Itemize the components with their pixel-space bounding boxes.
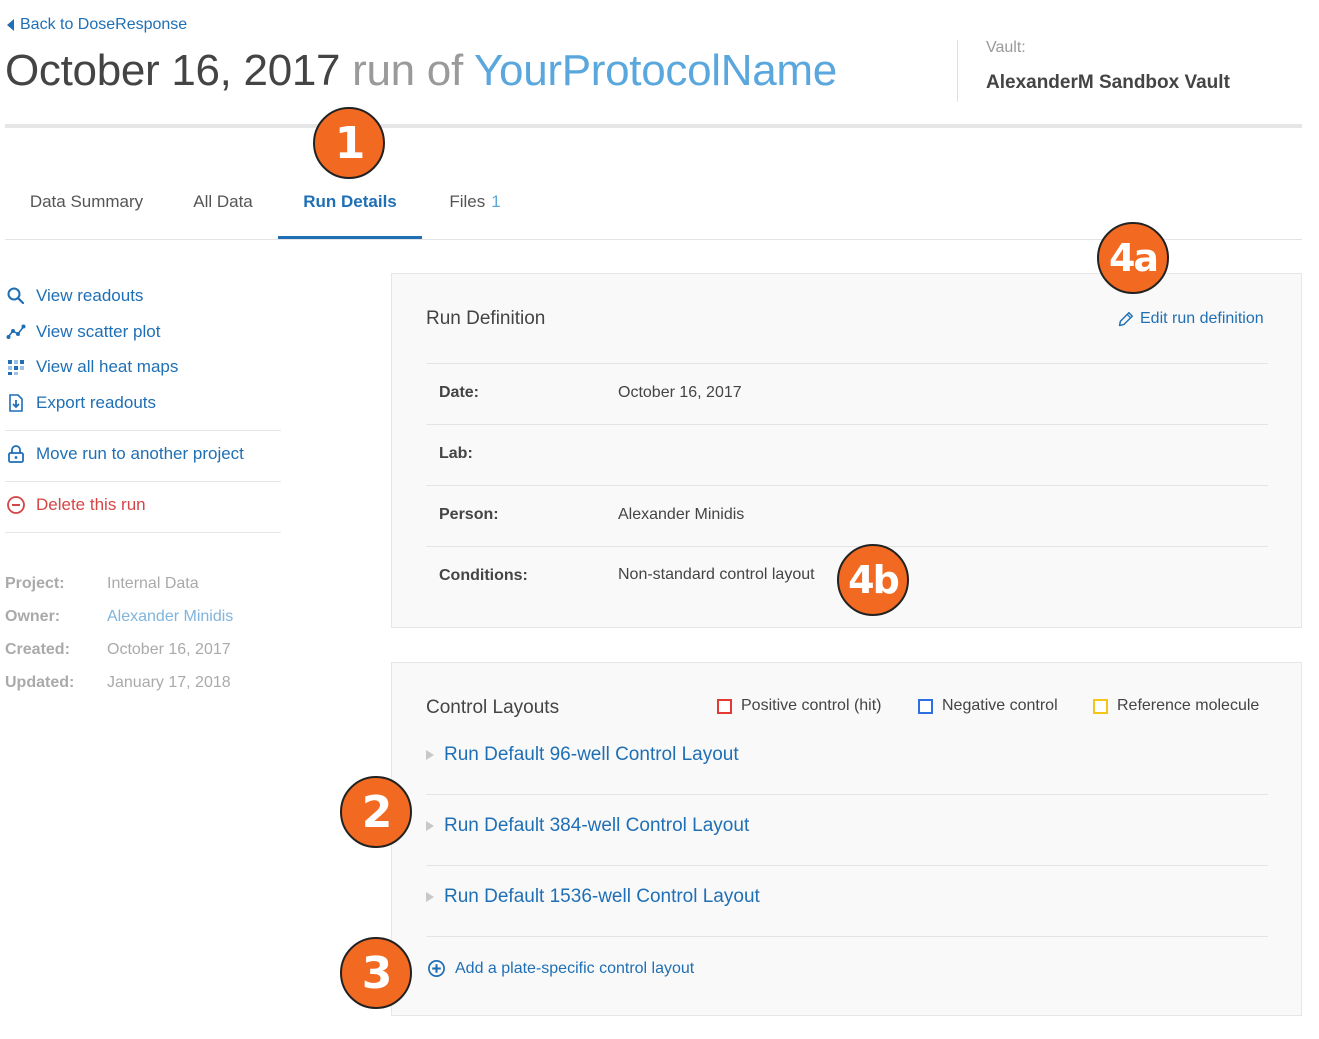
tab-files[interactable]: Files 1	[422, 186, 528, 239]
conditions-label: Conditions:	[439, 567, 528, 584]
legend-positive-control: Positive control (hit)	[717, 697, 882, 715]
layout-label: Run Default 384-well Control Layout	[444, 815, 750, 836]
view-all-heat-maps-label: View all heat maps	[36, 357, 179, 376]
scatter-plot-icon	[6, 324, 26, 339]
page-title-mid: run of	[352, 46, 463, 95]
move-run-label: Move run to another project	[36, 444, 244, 463]
owner-label: Owner:	[5, 608, 61, 625]
row-divider	[426, 794, 1268, 795]
conditions-value: Non-standard control layout	[618, 566, 815, 583]
tab-all-data[interactable]: All Data	[168, 186, 278, 239]
layout-1536-well[interactable]: Run Default 1536-well Control Layout	[426, 886, 760, 908]
negative-control-swatch	[918, 698, 933, 714]
legend-negative-control: Negative control	[918, 697, 1058, 715]
tab-data-summary[interactable]: Data Summary	[5, 186, 168, 239]
pencil-icon	[1118, 311, 1134, 326]
callout-badge-3: 3	[340, 937, 412, 1009]
reference-molecule-swatch	[1093, 698, 1108, 714]
owner-link[interactable]: Alexander Minidis	[107, 608, 233, 626]
tab-label: Data Summary	[29, 192, 144, 211]
created-label: Created:	[5, 641, 70, 658]
search-icon	[7, 287, 25, 305]
control-layouts-title: Control Layouts	[426, 697, 560, 718]
layout-96-well[interactable]: Run Default 96-well Control Layout	[426, 744, 739, 766]
updated-label: Updated:	[5, 674, 75, 691]
add-plate-control-layout-label: Add a plate-specific control layout	[455, 959, 695, 977]
tab-run-details[interactable]: Run Details	[278, 186, 422, 239]
callout-badge-4b: 4b	[837, 544, 909, 616]
page-title: October 16, 2017 run of YourProtocolName	[5, 46, 837, 96]
plus-circle-icon	[428, 960, 445, 977]
files-count-badge: 1	[491, 192, 501, 211]
minus-circle-icon	[7, 496, 25, 514]
tab-label: All Data	[193, 192, 253, 211]
vault-name: AlexanderM Sandbox Vault	[986, 72, 1230, 93]
view-readouts-label: View readouts	[36, 286, 144, 305]
row-divider	[426, 485, 1268, 486]
callout-badge-1: 1	[313, 107, 385, 179]
caret-right-icon	[426, 892, 434, 902]
project-value: Internal Data	[107, 575, 199, 592]
header-divider	[5, 124, 1302, 128]
back-link[interactable]: Back to DoseResponse	[7, 16, 187, 34]
view-scatter-plot-link[interactable]: View scatter plot	[6, 322, 160, 342]
edit-run-definition-link[interactable]: Edit run definition	[1117, 310, 1264, 328]
sidebar-divider	[5, 481, 281, 482]
tab-label: Files	[449, 192, 486, 211]
layout-label: Run Default 1536-well Control Layout	[444, 886, 760, 907]
row-divider	[426, 424, 1268, 425]
lock-icon	[8, 445, 24, 463]
callout-badge-2: 2	[340, 776, 412, 848]
caret-right-icon	[426, 750, 434, 760]
project-label: Project:	[5, 575, 65, 592]
legend-label: Reference molecule	[1117, 697, 1260, 714]
person-label: Person:	[439, 506, 499, 523]
export-readouts-label: Export readouts	[36, 393, 157, 412]
export-icon	[9, 394, 23, 412]
view-scatter-plot-label: View scatter plot	[36, 322, 161, 341]
updated-value: January 17, 2018	[107, 674, 231, 691]
row-divider	[426, 363, 1268, 364]
tab-label: Run Details	[303, 192, 397, 211]
caret-right-icon	[426, 821, 434, 831]
layout-label: Run Default 96-well Control Layout	[444, 744, 739, 765]
row-divider	[426, 865, 1268, 866]
delete-run-link[interactable]: Delete this run	[6, 495, 146, 515]
view-all-heat-maps-link[interactable]: View all heat maps	[6, 357, 178, 377]
legend-label: Negative control	[942, 697, 1058, 714]
row-divider	[426, 936, 1268, 937]
row-divider	[426, 546, 1268, 547]
delete-run-label: Delete this run	[36, 495, 146, 514]
move-run-link[interactable]: Move run to another project	[6, 444, 244, 464]
page-title-date: October 16, 2017	[5, 46, 341, 95]
legend-reference-molecule: Reference molecule	[1093, 697, 1259, 715]
view-readouts-link[interactable]: View readouts	[6, 286, 143, 306]
chevron-left-icon	[7, 19, 14, 31]
lab-label: Lab:	[439, 445, 473, 462]
callout-badge-4a: 4a	[1097, 222, 1169, 294]
created-value: October 16, 2017	[107, 641, 231, 658]
run-definition-title: Run Definition	[426, 308, 546, 329]
layout-384-well[interactable]: Run Default 384-well Control Layout	[426, 815, 749, 837]
export-readouts-link[interactable]: Export readouts	[6, 393, 156, 413]
vault-divider	[957, 40, 958, 102]
person-value: Alexander Minidis	[618, 506, 745, 523]
sidebar-divider	[5, 532, 281, 533]
add-plate-control-layout-link[interactable]: Add a plate-specific control layout	[427, 959, 694, 978]
positive-control-swatch	[717, 698, 732, 714]
vault-label: Vault:	[986, 39, 1026, 56]
date-value: October 16, 2017	[618, 384, 742, 401]
protocol-link[interactable]: YourProtocolName	[474, 46, 837, 95]
edit-run-definition-label: Edit run definition	[1140, 310, 1264, 327]
sidebar-divider	[5, 430, 281, 431]
back-link-label: Back to DoseResponse	[20, 16, 188, 33]
legend-label: Positive control (hit)	[741, 697, 882, 714]
heat-map-icon	[8, 360, 24, 375]
date-label: Date:	[439, 384, 480, 401]
